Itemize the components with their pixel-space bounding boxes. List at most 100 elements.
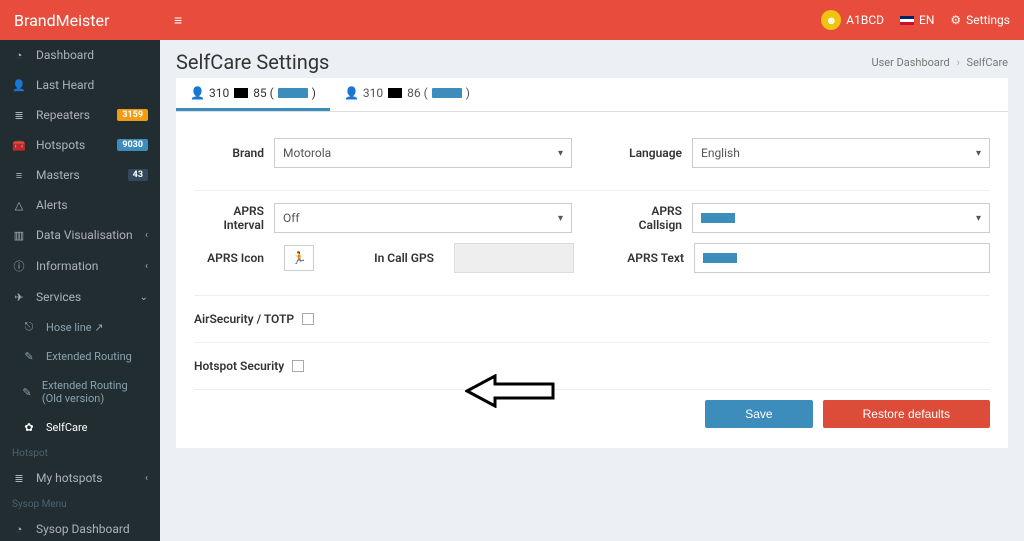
nav-icon: ≡ xyxy=(12,169,26,182)
aprs-callsign-select[interactable] xyxy=(692,203,990,233)
chevron-icon: ‹ xyxy=(145,261,148,272)
nav-label: My hotspots xyxy=(36,471,102,485)
aprs-interval-select[interactable]: Off xyxy=(274,203,572,233)
airsecurity-checkbox[interactable] xyxy=(302,313,314,325)
radio-id-tab[interactable]: 👤 31085 () xyxy=(176,78,330,111)
breadcrumb: User Dashboard › SelfCare xyxy=(871,56,1008,69)
language-label: Language xyxy=(612,146,682,160)
user-menu[interactable]: ☻ A1BCD xyxy=(821,10,884,30)
aprs-interval-label: APRS Interval xyxy=(194,204,264,232)
chevron-icon: ‹ xyxy=(145,230,148,241)
airsecurity-label: AirSecurity / TOTP xyxy=(194,312,294,326)
chevron-icon: ‹ xyxy=(145,473,148,484)
nav-icon: ◔ xyxy=(12,49,26,62)
radio-id-tab[interactable]: 👤 31086 () xyxy=(330,78,484,111)
count-badge: 3159 xyxy=(117,109,148,121)
nav-section-header: Hotspot xyxy=(0,442,160,463)
sidebar-item[interactable]: ◔ Sysop Dashboard xyxy=(0,514,160,541)
sidebar-item[interactable]: 🧰 Hotspots 9030 xyxy=(0,130,160,160)
sidebar-item[interactable]: ⎋ Hose line ↗ xyxy=(0,312,160,342)
nav-label: Repeaters xyxy=(36,108,90,122)
hotspot-security-label: Hotspot Security xyxy=(194,359,284,373)
aprs-text-input[interactable] xyxy=(694,243,990,273)
nav-icon: ⓘ xyxy=(12,258,26,274)
nav-icon: ✿ xyxy=(22,421,36,434)
sidebar-item[interactable]: ≣ Repeaters 3159 xyxy=(0,100,160,130)
aprs-icon-picker[interactable]: 🏃 xyxy=(284,245,314,271)
sidebar-item[interactable]: ✎ Extended Routing xyxy=(0,342,160,371)
brand-select[interactable]: Motorola xyxy=(274,138,572,168)
nav-icon: ▥ xyxy=(12,229,26,242)
settings-link[interactable]: ⚙ Settings xyxy=(950,13,1010,27)
lang-switch[interactable]: EN xyxy=(900,13,934,27)
aprs-text-label: APRS Text xyxy=(614,251,684,265)
aprs-callsign-label: APRS Callsign xyxy=(612,204,682,232)
nav-label: Hotspots xyxy=(36,138,85,152)
flag-icon xyxy=(900,16,914,25)
nav-icon: ⎋ xyxy=(22,320,36,334)
user-name: A1BCD xyxy=(846,13,884,27)
nav-icon: 🧰 xyxy=(12,139,26,152)
nav-icon: ◔ xyxy=(12,523,26,536)
sidebar-item[interactable]: ✈ Services ⌄ xyxy=(0,282,160,312)
sidebar-item[interactable]: ≣ My hotspots ‹ xyxy=(0,463,160,493)
nav-label: Data Visualisation xyxy=(36,228,133,242)
language-select[interactable]: English xyxy=(692,138,990,168)
nav-label: Last Heard xyxy=(36,78,94,92)
redacted-value xyxy=(703,253,737,263)
brand-logo: BrandMeister xyxy=(0,0,160,40)
sidebar-item[interactable]: ◔ Dashboard xyxy=(0,40,160,70)
hotspot-security-checkbox[interactable] xyxy=(292,360,304,372)
page-title: SelfCare Settings xyxy=(176,50,329,74)
nav-icon: ≣ xyxy=(12,109,26,122)
nav: ◔ Dashboard 👤 Last Heard ≣ Repeaters 3159 🧰 Hots… xyxy=(0,40,160,541)
restore-defaults-button[interactable]: Restore defaults xyxy=(823,400,990,428)
nav-label: Services xyxy=(36,290,81,304)
breadcrumb-user[interactable]: User Dashboard xyxy=(871,56,949,69)
sidebar-item[interactable]: ⓘ Information ‹ xyxy=(0,250,160,282)
nav-icon: ≣ xyxy=(12,472,26,485)
sidebar-item[interactable]: 👤 Last Heard xyxy=(0,70,160,100)
redacted-value xyxy=(701,213,735,223)
nav-label: Sysop Dashboard xyxy=(36,522,130,536)
content: SelfCare Settings User Dashboard › SelfC… xyxy=(160,40,1024,541)
sidebar: BrandMeister ◔ Dashboard 👤 Last Heard ≣ Repea… xyxy=(0,0,160,541)
settings-panel: Brand Motorola Language English APRS Int… xyxy=(176,112,1008,448)
nav-icon: ✎ xyxy=(22,350,36,363)
nav-icon: ✈ xyxy=(12,291,26,304)
nav-label: Dashboard xyxy=(36,48,94,62)
nav-icon: △ xyxy=(12,199,26,212)
sidebar-item[interactable]: ✎ Extended Routing (Old version) xyxy=(0,371,160,413)
brand-label: Brand xyxy=(194,146,264,160)
nav-label: Alerts xyxy=(36,198,68,212)
save-button[interactable]: Save xyxy=(705,400,812,428)
main: ≡ ☻ A1BCD EN ⚙ Settings SelfCare Setting… xyxy=(160,0,1024,541)
incall-gps-label: In Call GPS xyxy=(354,251,434,265)
tab-bar: 👤 31085 ()👤 31086 () xyxy=(176,78,1008,112)
chevron-icon: ⌄ xyxy=(140,292,148,303)
count-badge: 9030 xyxy=(117,139,148,151)
hamburger-icon[interactable]: ≡ xyxy=(174,12,182,29)
sidebar-item[interactable]: ≡ Masters 43 xyxy=(0,160,160,190)
nav-icon: 👤 xyxy=(12,79,26,92)
nav-label: Information xyxy=(36,259,98,273)
person-icon: 👤 xyxy=(190,86,205,100)
gear-icon: ⚙ xyxy=(950,13,961,27)
nav-label: SelfCare xyxy=(46,421,87,434)
sidebar-item[interactable]: ✿ SelfCare xyxy=(0,413,160,442)
sidebar-item[interactable]: ▥ Data Visualisation ‹ xyxy=(0,220,160,250)
nav-icon: ✎ xyxy=(22,386,32,399)
settings-label: Settings xyxy=(966,13,1010,27)
topbar: ≡ ☻ A1BCD EN ⚙ Settings xyxy=(160,0,1024,40)
incall-gps-field[interactable] xyxy=(454,243,574,273)
sidebar-item[interactable]: △ Alerts xyxy=(0,190,160,220)
nav-section-header: Sysop Menu xyxy=(0,493,160,514)
nav-label: Extended Routing xyxy=(46,350,132,363)
breadcrumb-self: SelfCare xyxy=(967,56,1008,69)
count-badge: 43 xyxy=(128,169,148,181)
nav-label: Hose line ↗ xyxy=(46,321,104,334)
nav-label: Extended Routing (Old version) xyxy=(42,379,148,405)
nav-label: Masters xyxy=(36,168,80,182)
lang-code: EN xyxy=(919,13,934,27)
aprs-icon-label: APRS Icon xyxy=(194,251,264,265)
